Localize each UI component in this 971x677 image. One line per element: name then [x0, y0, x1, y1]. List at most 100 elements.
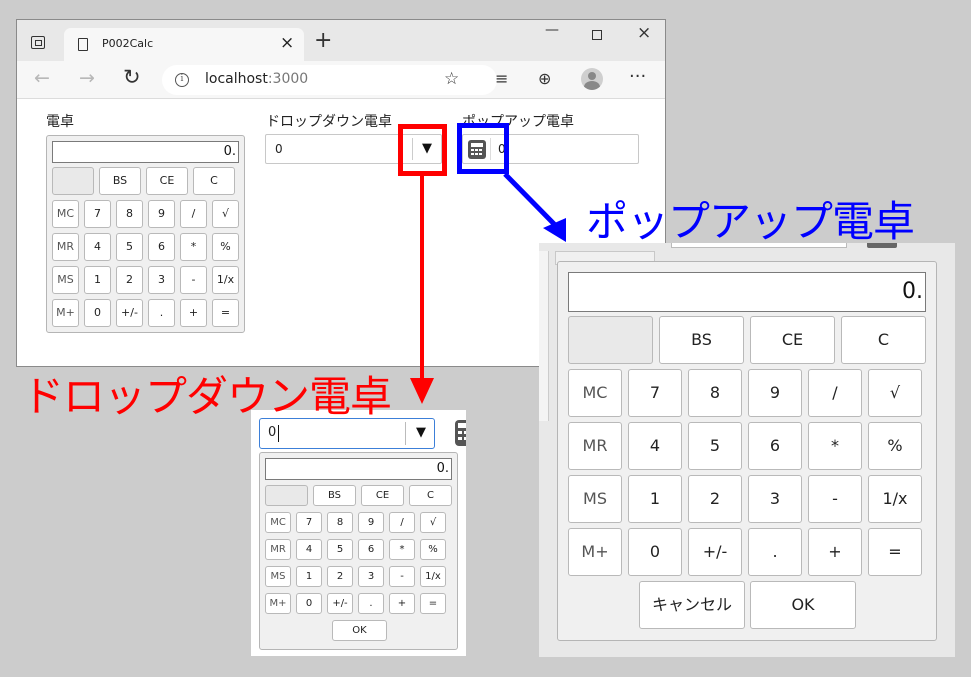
- calc-4-button[interactable]: 4: [84, 233, 111, 261]
- calc-sqrt-button[interactable]: √: [420, 512, 446, 533]
- calc-1-button[interactable]: 1: [296, 566, 322, 587]
- info-icon[interactable]: i: [175, 73, 189, 87]
- calc-3-button[interactable]: 3: [148, 266, 175, 294]
- calc-ms-button[interactable]: MS: [52, 266, 79, 294]
- calc-mr-button[interactable]: MR: [52, 233, 79, 261]
- calc-mr-button[interactable]: MR: [568, 422, 622, 470]
- calc-c-button[interactable]: C: [193, 167, 235, 195]
- calc-1divx-button[interactable]: 1/x: [868, 475, 922, 523]
- calc-6-button[interactable]: 6: [358, 539, 384, 560]
- calc-plusdivminus-button[interactable]: +/-: [116, 299, 143, 327]
- calc-mr-button[interactable]: MR: [265, 539, 291, 560]
- calc-2-button[interactable]: 2: [327, 566, 353, 587]
- browser-tab[interactable]: P002Calc ×: [64, 28, 304, 61]
- calc-plus-button[interactable]: +: [180, 299, 207, 327]
- calc-plusdivminus-button[interactable]: +/-: [688, 528, 742, 576]
- calc-1divx-button[interactable]: 1/x: [212, 266, 239, 294]
- favorites-icon[interactable]: ≡: [495, 69, 508, 89]
- calc-2-button[interactable]: 2: [116, 266, 143, 294]
- calc-sqrt-button[interactable]: √: [212, 200, 239, 228]
- minimize-icon[interactable]: —: [545, 22, 559, 38]
- calc-9-button[interactable]: 9: [358, 512, 384, 533]
- calc-9-button[interactable]: 9: [748, 369, 802, 417]
- calc-ms-button[interactable]: MS: [265, 566, 291, 587]
- calc-6-button[interactable]: 6: [148, 233, 175, 261]
- back-icon[interactable]: ←: [34, 67, 50, 89]
- calc-mplus-button[interactable]: M+: [568, 528, 622, 576]
- dropdown-arrow-icon[interactable]: ▼: [407, 425, 435, 440]
- calc-mc-button[interactable]: MC: [52, 200, 79, 228]
- forward-icon[interactable]: →: [79, 67, 95, 89]
- calc-equals-button[interactable]: =: [420, 593, 446, 614]
- calc-c-button[interactable]: C: [841, 316, 926, 364]
- calc-3-button[interactable]: 3: [748, 475, 802, 523]
- add-favorite-icon[interactable]: ☆: [444, 69, 459, 89]
- calc-bs-button[interactable]: BS: [313, 485, 356, 506]
- calc-mc-button[interactable]: MC: [568, 369, 622, 417]
- calc-4-button[interactable]: 4: [628, 422, 682, 470]
- calc-mul-button[interactable]: *: [808, 422, 862, 470]
- maximize-icon[interactable]: [592, 30, 602, 40]
- calc-ce-button[interactable]: CE: [146, 167, 188, 195]
- calc-mplus-button[interactable]: M+: [265, 593, 291, 614]
- calc-equals-button[interactable]: =: [868, 528, 922, 576]
- calc-5-button[interactable]: 5: [116, 233, 143, 261]
- calc-dot-button[interactable]: .: [148, 299, 175, 327]
- calc-5-button[interactable]: 5: [688, 422, 742, 470]
- calc-pct-button[interactable]: %: [420, 539, 446, 560]
- calc-dot-button[interactable]: .: [748, 528, 802, 576]
- address-bar[interactable]: i localhost:3000 ☆: [162, 65, 497, 95]
- calc-sqrt-button[interactable]: √: [868, 369, 922, 417]
- tab-actions-icon[interactable]: [31, 36, 45, 49]
- new-tab-icon[interactable]: +: [314, 29, 332, 53]
- calc-0-button[interactable]: 0: [296, 593, 322, 614]
- tab-close-icon[interactable]: ×: [280, 33, 294, 53]
- popup-ok-button[interactable]: OK: [750, 581, 856, 629]
- calc-minus-button[interactable]: -: [389, 566, 415, 587]
- calc-mul-button[interactable]: *: [389, 539, 415, 560]
- calc-5-button[interactable]: 5: [327, 539, 353, 560]
- calc-2-button[interactable]: 2: [688, 475, 742, 523]
- calc-equals-button[interactable]: =: [212, 299, 239, 327]
- calc-pct-button[interactable]: %: [868, 422, 922, 470]
- calc-9-button[interactable]: 9: [148, 200, 175, 228]
- refresh-icon[interactable]: ↻: [123, 65, 141, 89]
- calc-ce-button[interactable]: CE: [750, 316, 835, 364]
- calc-c-button[interactable]: C: [409, 485, 452, 506]
- calc-ms-button[interactable]: MS: [568, 475, 622, 523]
- profile-avatar[interactable]: [581, 68, 603, 90]
- calc-7-button[interactable]: 7: [84, 200, 111, 228]
- calc-1-button[interactable]: 1: [84, 266, 111, 294]
- calc-3-button[interactable]: 3: [358, 566, 384, 587]
- window-close-icon[interactable]: ×: [637, 23, 651, 43]
- calc-4-button[interactable]: 4: [296, 539, 322, 560]
- calc-div-button[interactable]: /: [389, 512, 415, 533]
- calc-plus-button[interactable]: +: [808, 528, 862, 576]
- calc-plusdivminus-button[interactable]: +/-: [327, 593, 353, 614]
- calc-dot-button[interactable]: .: [358, 593, 384, 614]
- collections-icon[interactable]: ⊕: [538, 69, 551, 89]
- calc-pct-button[interactable]: %: [212, 233, 239, 261]
- calc-1-button[interactable]: 1: [628, 475, 682, 523]
- calc-div-button[interactable]: /: [180, 200, 207, 228]
- calc-div-button[interactable]: /: [808, 369, 862, 417]
- calc-mc-button[interactable]: MC: [265, 512, 291, 533]
- calc-8-button[interactable]: 8: [116, 200, 143, 228]
- calc-0-button[interactable]: 0: [84, 299, 111, 327]
- calc-plus-button[interactable]: +: [389, 593, 415, 614]
- calc-8-button[interactable]: 8: [327, 512, 353, 533]
- calc-minus-button[interactable]: -: [180, 266, 207, 294]
- calc-8-button[interactable]: 8: [688, 369, 742, 417]
- calc-bs-button[interactable]: BS: [99, 167, 141, 195]
- dropdown-ok-button[interactable]: OK: [332, 620, 387, 641]
- calc-0-button[interactable]: 0: [628, 528, 682, 576]
- calc-ce-button[interactable]: CE: [361, 485, 404, 506]
- calc-7-button[interactable]: 7: [296, 512, 322, 533]
- calc-6-button[interactable]: 6: [748, 422, 802, 470]
- more-icon[interactable]: ···: [629, 66, 646, 87]
- calc-7-button[interactable]: 7: [628, 369, 682, 417]
- calc-1divx-button[interactable]: 1/x: [420, 566, 446, 587]
- popup-cancel-button[interactable]: キャンセル: [639, 581, 745, 629]
- calc-minus-button[interactable]: -: [808, 475, 862, 523]
- calc-mplus-button[interactable]: M+: [52, 299, 79, 327]
